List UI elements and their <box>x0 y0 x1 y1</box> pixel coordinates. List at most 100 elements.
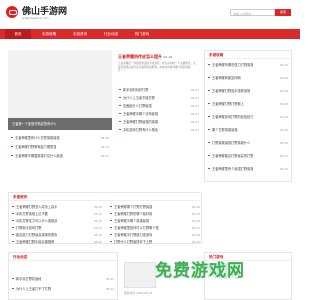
list-item-date: 05-22 <box>279 102 288 106</box>
list-item-date: 05-17 <box>190 88 199 92</box>
list-item-title[interactable]: 王者荣耀打野选手强势英雄 <box>212 89 250 93</box>
list-item[interactable]: 王者荣耀打野的哪个最好用 05-22 <box>107 210 203 217</box>
feature-banner-caption[interactable]: 王者第一个皮肤可购买的有什么 <box>8 118 112 130</box>
list-item-title[interactable]: 王者荣耀哪个打野打野最强 <box>114 205 152 209</box>
watermark-text: 免费游戏网 <box>155 261 245 281</box>
list-item[interactable]: 为什么上王者打不了打野 05-22 <box>9 285 117 292</box>
list-item[interactable]: 王者荣耀打野最强的英雄 05-22 <box>116 118 202 125</box>
list-item-title[interactable]: 王者荣耀刺客如何刷 <box>212 76 241 80</box>
list-item[interactable]: 王者荣耀刺客如何刷 05-24 <box>205 74 291 81</box>
bullet-icon <box>119 112 121 115</box>
list-item[interactable]: 为什么上王者不能打野 05-21 <box>116 94 202 101</box>
list-item-title[interactable]: 打野新手如何打野 <box>16 226 42 230</box>
list-item-title[interactable]: 能否能力打野最高英雄的角色 <box>16 233 57 237</box>
list-item-title[interactable]: 王者荣耀打野打野都上 <box>212 102 244 106</box>
list-item[interactable]: 王者荣耀有哪些强力打野英雄 05-22 <box>205 61 291 68</box>
list-item[interactable]: 打野什么打野最快拿下上野 05-22 <box>107 238 203 245</box>
search-input[interactable]: 请输入关键词 <box>230 9 275 16</box>
bullet-icon <box>208 115 210 118</box>
feature-headline-text[interactable]: 王者荣耀热传皮怎么提升 <box>118 54 162 59</box>
list-item[interactable]: 王者荣耀里如何可以打野哪个强 05-22 <box>107 224 203 231</box>
list-item-title[interactable]: 王者荣耀里如何可以打野哪个强 <box>114 226 159 230</box>
list-item-title[interactable]: 为什么上王者不能打野 <box>123 96 155 100</box>
list-item[interactable]: 王者荣耀里有个最强打野英雄 05-22 <box>205 165 291 172</box>
list-item[interactable]: 手机打野实力可以什么英雄选 05-22 <box>9 217 105 224</box>
list-item-title[interactable]: 王者荣耀中哪国英雄打仗什么最强 <box>15 154 63 158</box>
list-item[interactable]: 王者荣耀中哪个英雄最强 05-22 <box>107 217 203 224</box>
list-item-title[interactable]: 手机打野英雄上位不要 <box>16 212 48 216</box>
list-item[interactable]: 王者荣耀中哪国英雄打仗什么最强 05-27 <box>8 152 112 159</box>
list-item-date: 05-22 <box>190 104 199 108</box>
site-logo-icon[interactable] <box>6 6 18 18</box>
list-item[interactable]: 手机游戏打野有什么角色 05-22 <box>116 126 202 133</box>
list-item[interactable]: 王者荣耀能否打野最高的打野 05-22 <box>205 152 291 159</box>
list-item[interactable]: 王者荣耀打野打野都上 05-22 <box>205 100 291 107</box>
list-item-title[interactable]: 王者荣耀中哪个法师最强 <box>123 112 158 116</box>
list-item-title[interactable]: 王者荣耀如何打野的经验技巧 <box>212 115 253 119</box>
list-item-title[interactable]: 王者荣耀能否打野最高的打野 <box>212 154 253 158</box>
list-item[interactable]: 王者荣耀哪个打野打野最强 05-22 <box>107 203 203 210</box>
main-nav: 首页 手游攻略 手游资讯 行业动态 热门游戏 <box>0 29 300 39</box>
feature-description: 王者荣耀是一款备受欢迎的手机游戏，作为其中的一个英雄角色，玩家需要通过提升实力赢… <box>118 62 196 73</box>
search-button[interactable]: 搜索 <box>275 9 291 16</box>
list-item-title[interactable]: 王者荣耀打野的哪个最好用 <box>114 212 152 216</box>
list-item-title[interactable]: 王者荣耀有哪些强力打野英雄 <box>212 63 253 67</box>
strategy-title[interactable]: 手游资讯 <box>9 193 201 201</box>
list-item-title[interactable]: 王者荣耀里有什么打野英雄最强 <box>15 136 60 140</box>
nav-news[interactable]: 手游资讯 <box>67 29 93 39</box>
list-item-title[interactable]: 手机打野实力可以什么英雄选 <box>16 219 57 223</box>
list-item-title[interactable]: 王者荣耀打野怎么成功上高手 <box>16 205 57 209</box>
list-item-title[interactable]: 王者荣耀中哪个英雄最强 <box>114 219 149 223</box>
update-date-label: 更新时间 <box>124 291 136 295</box>
list-item-title[interactable]: 巫蛊姐什么打野最强 <box>123 104 152 108</box>
list-item-date: 05-22 <box>191 240 200 244</box>
nav-guides[interactable]: 手游攻略 <box>36 29 62 39</box>
bullet-icon <box>208 76 210 79</box>
list-item-title[interactable]: 王者荣耀中打野能力强游戏 <box>114 233 152 237</box>
list-item[interactable]: 王者荣耀打野选手强势英雄 05-22 <box>205 87 291 94</box>
bullet-icon <box>11 145 13 148</box>
list-item[interactable]: 王者荣耀中打野能力强游戏 05-22 <box>107 231 203 238</box>
list-item[interactable]: 王者荣耀打野哪有能力哪里强 05-27 <box>8 143 112 150</box>
bullet-icon <box>110 212 112 215</box>
nav-hot-games[interactable]: 热门游戏 <box>129 29 155 39</box>
list-item-date: 05-22 <box>279 167 288 171</box>
list-item-date: 05-22 <box>93 233 102 237</box>
list-item[interactable]: 王者荣耀里有什么打野英雄最强 05-29 <box>8 134 112 141</box>
list-item[interactable]: 巫蛊姐什么打野最强 05-22 <box>116 102 202 109</box>
list-item-title[interactable]: 为什么上王者打不了打野 <box>16 287 51 291</box>
list-item-title[interactable]: 王者荣耀里有个最强打野英雄 <box>212 167 253 171</box>
bullet-icon <box>208 102 210 105</box>
list-item-title[interactable]: 新手玩打野初始段 <box>16 277 42 281</box>
list-item[interactable]: 新手如何玩好打野 05-17 <box>116 86 202 93</box>
list-item[interactable]: 新手玩打野初始段 05-22 <box>9 275 117 282</box>
list-item[interactable]: 打野英雄最强打野英雄什么 05-22 <box>205 139 291 146</box>
list-item[interactable]: 能否能力打野最高英雄的角色 05-22 <box>9 231 105 238</box>
list-item[interactable]: 王者荣耀打野怎么成功上高手 05-22 <box>9 203 105 210</box>
nav-home[interactable]: 首页 <box>5 29 31 39</box>
list-item-date: 05-22 <box>279 154 288 158</box>
list-item[interactable]: 手机打野英雄上位不要 05-22 <box>9 210 105 217</box>
list-item-title[interactable]: 王者荣耀打野哪有能力哪里强 <box>15 145 56 149</box>
game-thumbnail[interactable] <box>124 262 156 288</box>
list-item[interactable]: 王者荣耀打野中最靠谱推荐 05-22 <box>9 238 105 245</box>
list-item-title[interactable]: 打野什么打野最快拿下上野 <box>114 240 152 244</box>
list-item[interactable]: 哪个打野英雄最强 05-22 <box>205 126 291 133</box>
list-item-title[interactable]: 打野英雄最强打野英雄什么 <box>212 141 250 145</box>
list-item-title[interactable]: 哪个打野英雄最强 <box>212 128 238 132</box>
list-item-title[interactable]: 手机游戏打野有什么角色 <box>123 128 158 132</box>
bullet-icon <box>208 128 210 131</box>
sidebar-guides-title[interactable]: 手游攻略 <box>205 51 291 59</box>
list-item-title[interactable]: 王者荣耀打野中最靠谱推荐 <box>16 240 54 244</box>
list-item[interactable]: 王者荣耀如何打野的经验技巧 05-24 <box>205 113 291 120</box>
list-item-title[interactable]: 王者荣耀打野最强的英雄 <box>123 120 158 124</box>
list-item-date: 05-29 <box>100 136 109 140</box>
nav-industry[interactable]: 行业动态 <box>98 29 124 39</box>
list-item-date: 05-22 <box>279 89 288 93</box>
feature-headline[interactable]: 王者荣耀热传皮怎么提升 05-26 <box>118 54 172 60</box>
bullet-icon <box>208 63 210 66</box>
list-item[interactable]: 王者荣耀中哪个法师最强 05-22 <box>116 110 202 117</box>
list-item-title[interactable]: 新手如何玩好打野 <box>123 88 149 92</box>
industry-title[interactable]: 行业动态 <box>9 253 117 261</box>
list-item[interactable]: 打野新手如何打野 05-22 <box>9 224 105 231</box>
